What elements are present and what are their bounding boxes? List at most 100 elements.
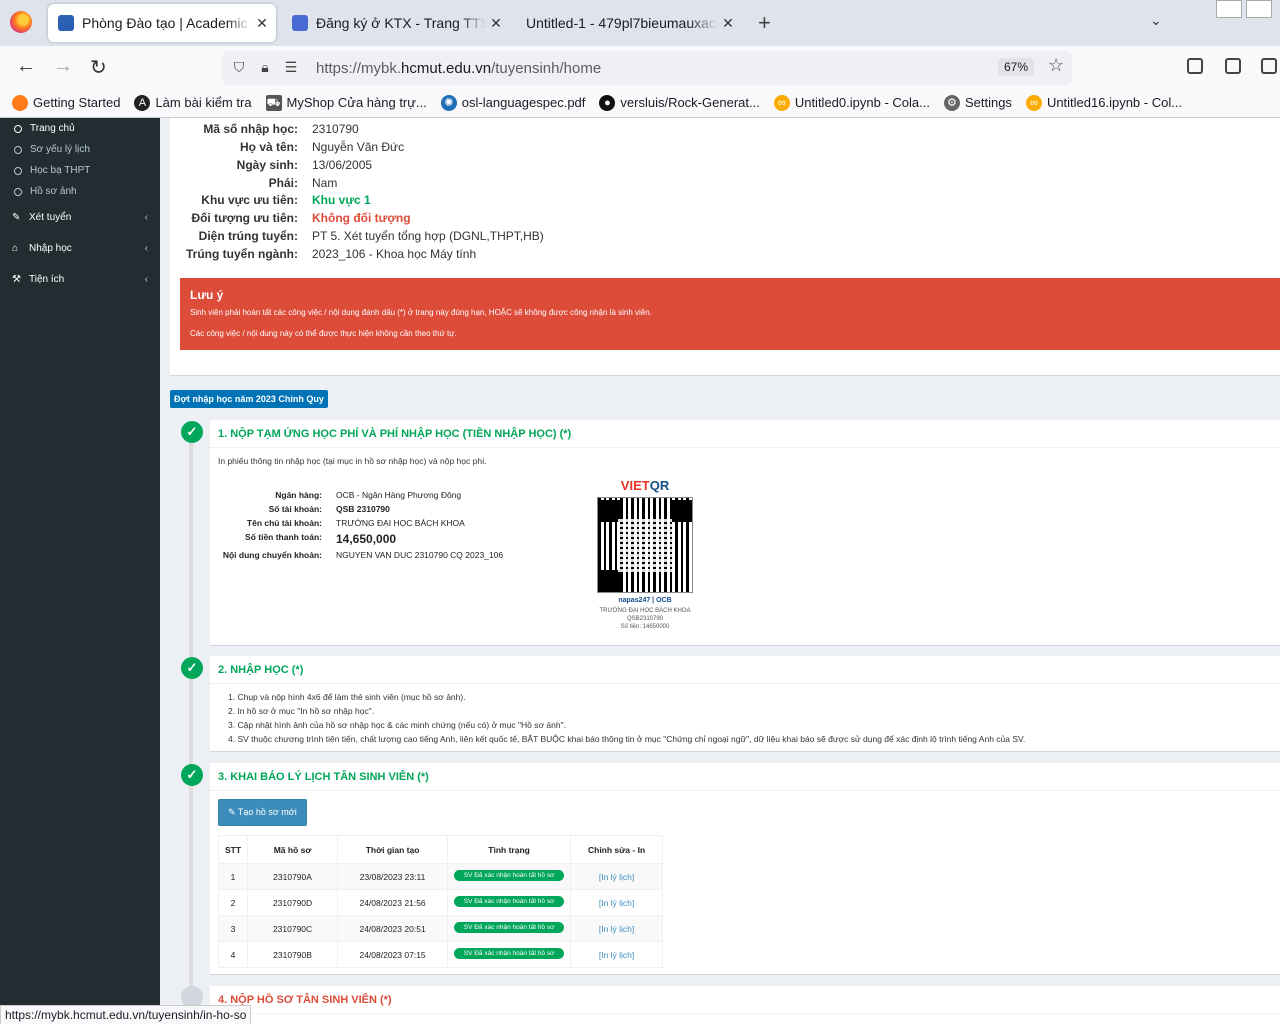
firefox-icon [12, 94, 28, 111]
extensions-icon[interactable] [1225, 58, 1241, 74]
bookmark-settings[interactable]: ⚙ Settings [943, 94, 1012, 111]
gear-icon: ⚙ [943, 94, 960, 111]
step-3-title: 3. KHAI BÁO LÝ LỊCH TÂN SINH VIÊN (*) [210, 763, 1280, 791]
status-bar-url: https://mybk.hcmut.edu.vn/tuyensinh/in-h… [0, 1005, 252, 1024]
bank-row: Số tài khoản: QSB 2310790 [268, 504, 390, 514]
sidebar-item-xet-tuyen[interactable]: ✎ Xét tuyển ‹ [0, 202, 160, 233]
bookmark-getting-started[interactable]: Getting Started [12, 94, 120, 111]
profile-row: Diện trúng tuyển: PT 5. Xét tuyển tổng hợ… [198, 229, 544, 243]
step-1-intro: In phiếu thông tin nhập học (tại mục in … [218, 456, 487, 466]
print-link[interactable]: [In lý lịch] [599, 950, 634, 960]
table-row: 1 2310790A 23/08/2023 23:11 SV Đã xác nhận… [217, 863, 664, 890]
back-arrow-icon[interactable]: ← [16, 55, 36, 78]
check-icon: ✓ [181, 421, 203, 443]
profile-box: Mã số nhập học: 2310790 Họ và tên: Nguyễn … [170, 118, 1280, 376]
colab-icon: ∞ [1025, 94, 1042, 111]
page-favicon-icon [292, 15, 308, 31]
github-icon: ● [599, 94, 616, 111]
edit-icon: ✎ [12, 212, 21, 223]
list-item: 2. In hồ sơ ở mục "In hồ sơ nhập học". [228, 706, 375, 716]
check-icon: ✓ [181, 657, 203, 679]
reload-icon[interactable]: ↻ [90, 55, 107, 80]
step-2-title: 2. NHẬP HỌC (*) [210, 656, 1280, 684]
profile-row: Mã số nhập học: 2310790 [203, 122, 359, 136]
new-profile-button[interactable]: ✎ Tạo hồ sơ mới [218, 799, 307, 826]
status-badge: SV Đã xác nhận hoàn tất hồ sơ [454, 922, 565, 933]
print-link[interactable]: [In lý lịch] [599, 924, 634, 934]
close-tab-icon[interactable]: ✕ [718, 15, 738, 32]
step-2-list: 1. Chụp và nộp hình 4x6 để làm thẻ sinh … [210, 684, 1280, 756]
window-controls[interactable] [1216, 0, 1272, 18]
qr-code-image [597, 497, 693, 593]
timeline-line [189, 428, 193, 1024]
list-item: 3. Cập nhật hình ảnh của hồ sơ nhập học … [228, 720, 566, 730]
tab-untitled[interactable]: Untitled-1 - 479pl7bieumauxacnhan ✕ [514, 4, 742, 42]
zoom-level[interactable]: 67% [998, 58, 1035, 76]
profile-row: Trúng tuyển ngành: 2023_106 - Khoa học Má… [186, 247, 477, 261]
list-item: 4. SV thuộc chương trình tiên tiến, chất… [228, 734, 1026, 744]
table-row: 3 2310790C 24/08/2023 20:51 SV Đã xác nhận… [217, 915, 664, 942]
pocket-icon[interactable] [1187, 58, 1203, 74]
new-tab-plus-icon[interactable]: + [758, 10, 771, 36]
bookmark-colab-0[interactable]: ∞ Untitled0.ipynb - Cola... [773, 94, 930, 111]
angular-icon: A [134, 94, 151, 111]
profile-row: Họ và tên: Nguyễn Văn Đức [239, 140, 405, 154]
bank-row: Ngân hàng: OCB - Ngân Hàng Phương Đông [275, 490, 462, 500]
print-link[interactable]: [In lý lịch] [599, 898, 634, 908]
chevron-left-icon: ‹ [144, 212, 148, 223]
sidebar: Trang chủ Sơ yếu lý lịch Học bạ THPT Hồ … [0, 118, 160, 1024]
circle-icon [14, 166, 22, 175]
bank-row: Nội dung chuyển khoản: NGUYEN VAN DUC 231… [222, 550, 504, 560]
circle-icon [14, 145, 22, 154]
bookmark-myshop[interactable]: ⛟ MyShop Cửa hàng trự... [265, 94, 427, 111]
bookmarks-bar: Getting Started A Làm bài kiểm tra ⛟ MySho… [0, 88, 1280, 118]
chevron-down-icon[interactable]: ⌄ [1150, 12, 1162, 29]
profile-row: Đối tượng ưu tiên: Không đối tượng [191, 211, 411, 225]
url-text[interactable]: https://mybk.hcmut.edu.vn/tuyensinh/home [316, 60, 601, 77]
tab-ktx[interactable]: Đăng ký ở KTX - Trang TTSV Ký ✕ [282, 4, 510, 42]
sidebar-item-tien-ich[interactable]: ⚒ Tiện ích ‹ [0, 264, 160, 295]
profile-table: STT Mã hồ sơ Thời gian tạo Tình trạng Ch… [217, 835, 664, 968]
step-4-box: 4. NỘP HỒ SƠ TÂN SINH VIÊN (*) [210, 986, 1280, 1024]
atom-icon: ✺ [440, 94, 457, 111]
status-badge: SV Đã xác nhận hoàn tất hồ sơ [454, 896, 565, 907]
profile-row: Ngày sinh: 13/06/2005 [236, 158, 373, 172]
bookmark-github[interactable]: ● versluis/Rock-Generat... [599, 94, 760, 111]
check-icon: ✓ [181, 764, 203, 786]
tab-academic-affairs[interactable]: Phòng Đào tạo | Academic Affa ✕ [48, 4, 276, 42]
lock-icon[interactable]: 🔒︎ [256, 59, 274, 77]
chevron-left-icon: ‹ [144, 243, 148, 254]
profile-row: Phái: Nam [268, 176, 338, 190]
bookmark-osl[interactable]: ✺ osl-languagespec.pdf [440, 94, 585, 111]
wrench-icon: ⚒ [12, 274, 21, 285]
status-badge: SV Đã xác nhận hoàn tất hồ sơ [454, 870, 565, 881]
sidebar-item-trang-chu[interactable]: Trang chủ [0, 118, 160, 139]
bookmark-colab-16[interactable]: ∞ Untitled16.ipynb - Col... [1025, 94, 1182, 111]
firefox-icon[interactable] [10, 11, 32, 33]
browser-navbar: ← → ↻ ⛉ 🔒︎ ☰ https://mybk.hcmut.edu.vn/t… [0, 46, 1280, 88]
bookmark-star-icon[interactable]: ☆ [1048, 55, 1064, 76]
print-link[interactable]: [In lý lịch] [599, 872, 634, 882]
vietqr-block: VIETQR napas247 | OCB TRƯỜNG ĐẠI HỌC BÁC… [590, 478, 700, 631]
notice-alert: Lưu ý Sinh viên phải hoàn tất các công v… [180, 278, 1280, 350]
colab-icon: ∞ [773, 94, 790, 111]
table-row: 2 2310790D 24/08/2023 21:56 SV Đã xác nhận… [217, 889, 664, 916]
list-item: 1. Chụp và nộp hình 4x6 để làm thẻ sinh … [228, 692, 466, 702]
step-4-title: 4. NỘP HỒ SƠ TÂN SINH VIÊN (*) [210, 986, 1280, 1014]
close-tab-icon[interactable]: ✕ [486, 15, 506, 32]
permissions-icon[interactable]: ☰ [282, 59, 300, 77]
table-row: 4 2310790B 24/08/2023 07:15 SV Đã xác nhận… [217, 941, 664, 968]
cart-icon: ⛟ [265, 94, 282, 111]
sidebar-item-nhap-hoc[interactable]: ⌂ Nhập học ‹ [0, 233, 160, 264]
sidebar-item-ho-so-anh[interactable]: Hồ sơ ảnh [0, 181, 160, 202]
bank-row: Tên chủ tài khoản: TRƯỜNG ĐẠI HỌC BÁCH KH… [246, 518, 465, 528]
bookmark-lam-bai[interactable]: A Làm bài kiểm tra [134, 94, 252, 111]
sidebar-item-so-yeu-ly-lich[interactable]: Sơ yếu lý lịch [0, 139, 160, 160]
account-icon[interactable] [1261, 58, 1277, 74]
vietqr-logo: VIETQR [620, 478, 670, 493]
url-bar[interactable]: ⛉ 🔒︎ ☰ https://mybk.hcmut.edu.vn/tuyensi… [222, 51, 1072, 85]
shield-icon[interactable]: ⛉ [230, 59, 248, 77]
forward-arrow-icon[interactable]: → [53, 55, 73, 78]
close-tab-icon[interactable]: ✕ [252, 15, 272, 32]
sidebar-item-hoc-ba[interactable]: Học bạ THPT [0, 160, 160, 181]
